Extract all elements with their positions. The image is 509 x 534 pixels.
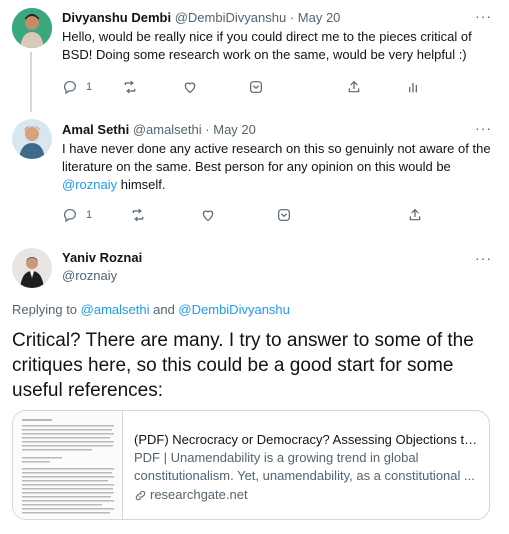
bookmark-button[interactable] — [276, 206, 292, 224]
tweet-divyanshu[interactable]: Divyanshu Dembi @DembiDivyanshu · May 20… — [0, 0, 509, 112]
link-card-description: PDF | Unamendability is a growing trend … — [134, 450, 475, 483]
author-name[interactable]: Divyanshu Dembi — [62, 10, 171, 25]
analytics-icon — [409, 83, 417, 93]
replying-and: and — [149, 302, 179, 317]
retweet-icon — [124, 80, 136, 94]
more-icon[interactable]: ··· — [475, 9, 491, 28]
tweet-actions: 1 — [62, 206, 462, 224]
author-name[interactable]: Amal Sethi — [62, 122, 129, 137]
tweet-text-after: himself. — [117, 177, 166, 192]
replying-to: Replying to @amalsethi and @DembiDivyans… — [12, 302, 290, 318]
tweet-header: Amal Sethi @amalsethi · May 20 — [62, 122, 256, 138]
replying-user-divyanshu[interactable]: @DembiDivyanshu — [178, 302, 289, 317]
mention-link[interactable]: @roznaiy — [62, 177, 117, 192]
share-icon — [348, 80, 360, 93]
share-button[interactable] — [346, 78, 362, 96]
link-card-title: (PDF) Necrocracy or Democracy? Assessing… — [134, 432, 479, 447]
retweet-button[interactable] — [122, 78, 138, 96]
bookmark-icon — [250, 81, 262, 93]
retweet-icon — [132, 208, 144, 222]
share-icon — [409, 208, 421, 221]
link-card-thumbnail — [13, 411, 123, 519]
tweet-actions: 1 — [62, 78, 462, 96]
like-icon — [202, 210, 214, 222]
author-handle[interactable]: @amalsethi — [133, 122, 202, 137]
main-tweet-text: Critical? There are many. I try to answe… — [12, 330, 474, 401]
tweet-text: Hello, would be really nice if you could… — [62, 29, 472, 62]
avatar-yaniv[interactable] — [12, 248, 52, 288]
reply-icon — [64, 209, 76, 223]
more-icon[interactable]: ··· — [475, 251, 491, 270]
analytics-button[interactable] — [405, 78, 421, 96]
share-button[interactable] — [407, 206, 423, 224]
tweet-text-before: I have never done any active research on… — [62, 141, 491, 174]
bookmark-button[interactable] — [248, 78, 264, 96]
replying-prefix: Replying to — [12, 302, 81, 317]
tweet-date[interactable]: May 20 — [213, 122, 256, 137]
like-icon — [184, 82, 196, 94]
reply-count: 1 — [86, 209, 93, 221]
like-button[interactable] — [182, 78, 198, 96]
link-card[interactable]: (PDF) Necrocracy or Democracy? Assessing… — [12, 410, 490, 520]
more-icon[interactable]: ··· — [475, 121, 491, 140]
link-card-domain: researchgate.net — [150, 487, 248, 502]
avatar-amal[interactable] — [12, 119, 52, 159]
reply-button[interactable]: 1 — [62, 78, 92, 96]
reply-button[interactable]: 1 — [62, 206, 92, 224]
link-icon — [135, 490, 146, 500]
like-button[interactable] — [200, 206, 216, 224]
link-card-body: (PDF) Necrocracy or Democracy? Assessing… — [134, 431, 479, 504]
bookmark-icon — [278, 209, 290, 221]
reply-count: 1 — [86, 81, 93, 93]
separator-dot: · — [289, 10, 295, 25]
thread-line — [30, 52, 32, 112]
tweet-text: I have never done any active research on… — [62, 140, 492, 194]
tweet-header: Divyanshu Dembi @DembiDivyanshu · May 20 — [62, 10, 340, 26]
link-card-domain-row: researchgate.net — [134, 486, 479, 504]
avatar-divyanshu[interactable] — [12, 8, 52, 48]
tweet-date[interactable]: May 20 — [298, 10, 341, 25]
retweet-button[interactable] — [130, 206, 146, 224]
author-handle[interactable]: @roznaiy — [62, 268, 117, 284]
separator-dot: · — [205, 122, 210, 137]
author-name[interactable]: Yaniv Roznai — [62, 250, 142, 266]
tweet-amal[interactable]: Amal Sethi @amalsethi · May 20 ··· I hav… — [0, 112, 509, 240]
author-handle[interactable]: @DembiDivyanshu — [175, 10, 286, 25]
reply-icon — [64, 81, 76, 95]
replying-user-amal[interactable]: @amalsethi — [81, 302, 150, 317]
